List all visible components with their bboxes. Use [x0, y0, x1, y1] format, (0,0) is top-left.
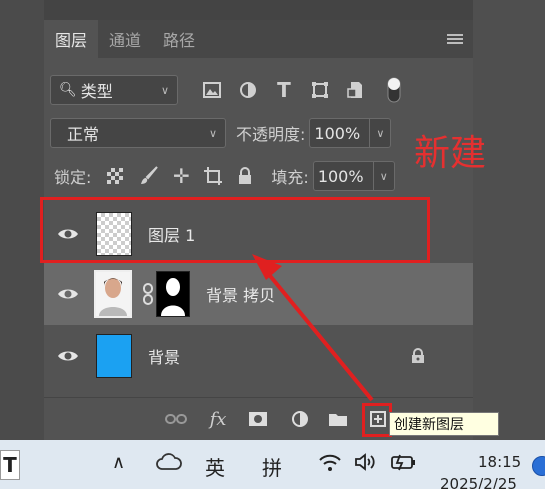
ime-mode[interactable]: 拼 [262, 452, 282, 481]
taskbar: T ∧ 英 拼 18:15 2025/2/25 [0, 440, 545, 489]
wifi-icon[interactable] [318, 452, 342, 477]
ime-language[interactable]: 英 [205, 452, 225, 481]
volume-icon[interactable] [354, 452, 378, 477]
cloud-icon[interactable] [156, 452, 182, 476]
clock-time[interactable]: 18:15 [478, 453, 521, 471]
chevron-up-icon[interactable]: ∧ [112, 452, 125, 473]
clock-date[interactable]: 2025/2/25 [440, 475, 517, 489]
notification-icon[interactable] [532, 456, 545, 476]
app-icon[interactable]: T [0, 450, 20, 480]
tooltip: 创建新图层 [389, 412, 499, 436]
annotation-label: 新建 [414, 133, 487, 174]
battery-icon[interactable] [390, 452, 416, 476]
